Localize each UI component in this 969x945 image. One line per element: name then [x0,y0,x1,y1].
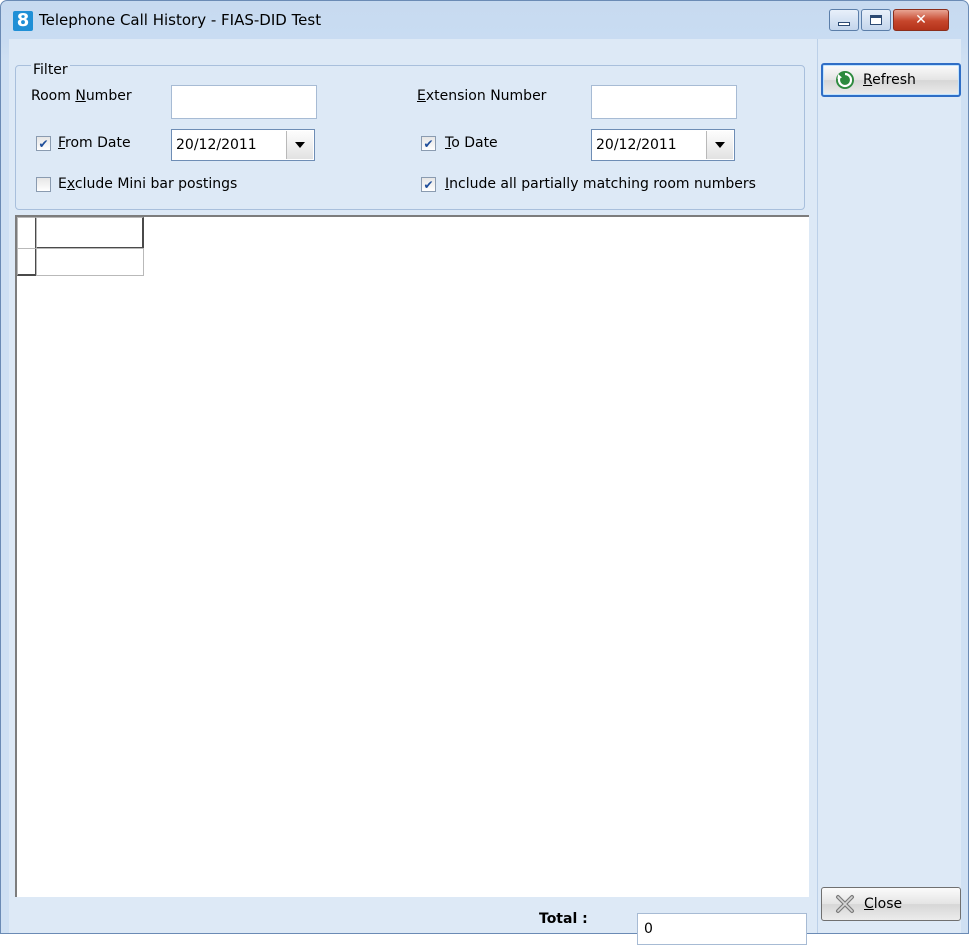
from-date-dropdown-button[interactable] [286,131,313,159]
minimize-button[interactable] [829,9,859,31]
maximize-icon [870,15,882,25]
to-date-label: To Date [445,135,498,151]
from-date-value: 20/12/2011 [176,137,257,153]
grid-cell[interactable] [36,248,144,276]
close-icon: ✕ [915,12,927,28]
close-label: Close [864,896,903,912]
chevron-down-icon [715,142,725,148]
filter-legend: Filter [31,62,70,78]
room-number-label: Room Number [31,88,132,104]
to-date-dropdown-button[interactable] [706,131,733,159]
close-icon [836,895,854,913]
main-pane: Filter Room Number Extension Number ✔ Fr… [9,39,815,945]
grid-corner-cell[interactable] [17,217,37,249]
include-partial-checkbox[interactable]: ✔ [421,177,436,192]
refresh-button[interactable]: Refresh [821,63,961,97]
grid-row-header[interactable] [17,248,37,276]
window-close-button[interactable]: ✕ [893,9,949,31]
checkmark-icon: ✔ [423,136,434,151]
grid-header-cell[interactable] [36,217,144,249]
exclude-minibar-checkbox[interactable] [36,177,51,192]
chevron-down-icon [295,142,305,148]
telephone-call-history-window: 8 Telephone Call History - FIAS-DID Test… [0,0,969,945]
call-history-grid[interactable] [15,215,809,897]
room-number-input[interactable] [171,85,317,119]
checkmark-icon: ✔ [423,177,434,192]
exclude-minibar-label: Exclude Mini bar postings [58,176,238,192]
total-field: 0 [637,913,807,945]
extension-number-label: Extension Number [417,88,547,104]
maximize-button[interactable] [861,9,891,31]
refresh-icon [836,71,854,89]
to-date-picker[interactable]: 20/12/2011 [591,129,735,161]
checkmark-icon: ✔ [38,136,49,151]
refresh-label: Refresh [863,72,916,88]
to-date-value: 20/12/2011 [596,137,677,153]
from-date-picker[interactable]: 20/12/2011 [171,129,315,161]
minimize-icon [838,22,850,26]
title-bar[interactable]: 8 Telephone Call History - FIAS-DID Test… [1,1,968,39]
total-label: Total : [539,911,588,927]
from-date-label: From Date [58,135,131,151]
include-partial-label: Include all partially matching room numb… [445,176,756,192]
client-area: Filter Room Number Extension Number ✔ Fr… [9,39,961,945]
action-pane [817,39,961,933]
window-title: Telephone Call History - FIAS-DID Test [39,11,322,29]
close-button[interactable]: Close [821,887,961,921]
app-logo-icon: 8 [13,11,33,31]
extension-number-input[interactable] [591,85,737,119]
from-date-checkbox[interactable]: ✔ [36,136,51,151]
to-date-checkbox[interactable]: ✔ [421,136,436,151]
